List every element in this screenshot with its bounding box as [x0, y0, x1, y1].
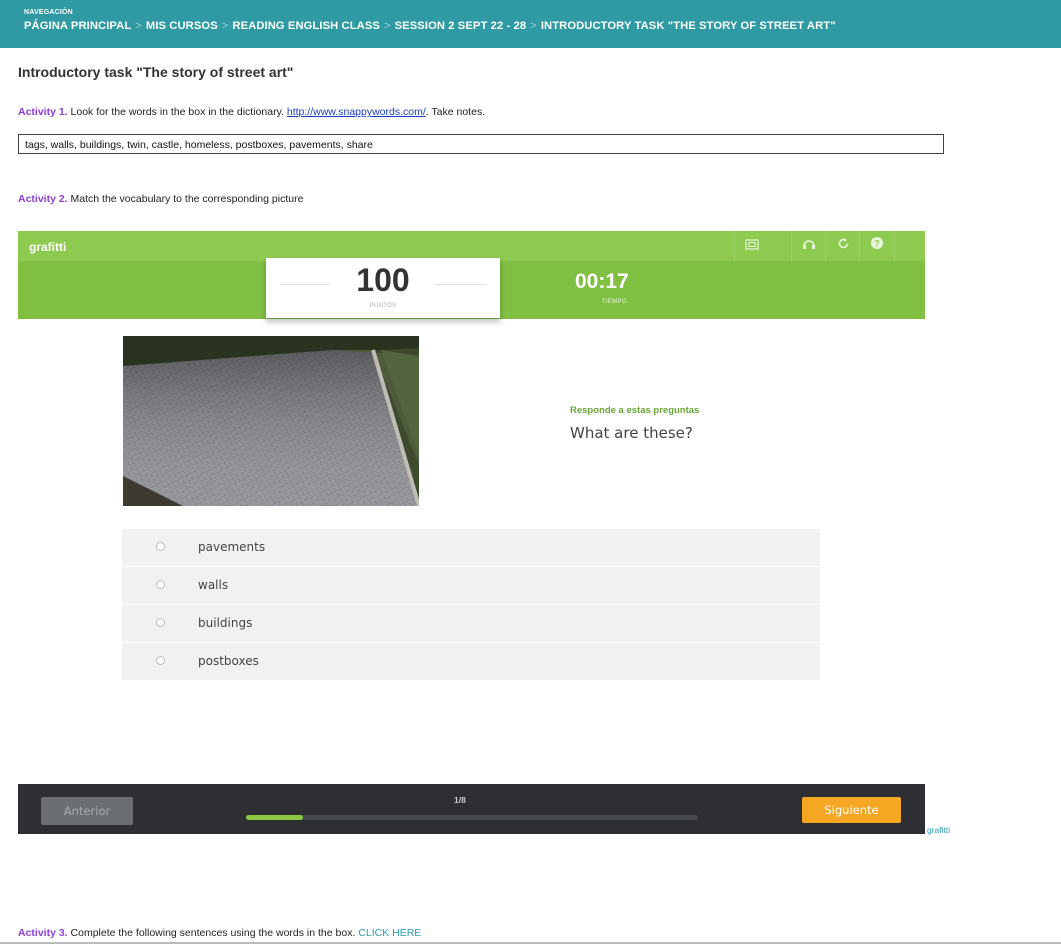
help-icon[interactable]: ?	[859, 231, 895, 261]
progress-fill	[246, 815, 303, 820]
breadcrumb-session[interactable]: SESSION 2 SEPT 22 - 28	[395, 20, 527, 32]
timer-value: 00:17	[575, 270, 629, 293]
activity-3-label: Activity 3.	[18, 927, 68, 939]
question-counter: 1/8	[454, 795, 466, 805]
answer-option-label: walls	[198, 578, 229, 592]
activity-1-tail: . Take notes.	[425, 106, 486, 118]
previous-button[interactable]: Anterior	[41, 797, 133, 825]
dictionary-link[interactable]: http://www.snappywords.com/	[287, 106, 426, 118]
question-text: What are these?	[570, 424, 693, 442]
breadcrumb: PÁGINA PRINCIPAL > MIS CURSOS > READING ENGL…	[24, 20, 836, 32]
radio-button[interactable]	[156, 580, 165, 589]
breadcrumb-separator: >	[383, 20, 391, 32]
next-button[interactable]: Siguiente	[802, 797, 901, 823]
breadcrumb-separator: >	[135, 20, 142, 32]
breadcrumb-separator: >	[221, 20, 229, 32]
quiz-top-bar: grafitti ?	[18, 231, 925, 261]
navigation-label: NAVEGACIÓN	[24, 9, 73, 16]
activity-1-text: Look for the words in the box in the dic…	[67, 106, 287, 118]
quiz-credit-link[interactable]: grafitti	[927, 825, 950, 835]
activity-3-text: Complete the following sentences using t…	[67, 927, 359, 939]
divider	[0, 942, 1061, 944]
navigation-bar: NAVEGACIÓN PÁGINA PRINCIPAL > MIS CURSOS > R…	[0, 0, 1061, 48]
word-box: tags, walls, buildings, twin, castle, ho…	[18, 134, 944, 154]
quiz-header: grafitti ? 100 PUNTOS 00:17 TIEMPO	[18, 231, 925, 319]
sound-icon[interactable]	[791, 231, 826, 261]
answer-option[interactable]: walls	[122, 567, 820, 605]
activity-1-instructions: Activity 1. Look for the words in the bo…	[18, 106, 485, 118]
answer-options: pavements walls buildings postboxes	[122, 529, 820, 681]
breadcrumb-course[interactable]: READING ENGLISH CLASS	[232, 20, 380, 32]
question-image	[123, 336, 419, 506]
activity-1-label: Activity 1.	[18, 106, 68, 118]
score-caption: PUNTOS	[369, 303, 397, 309]
activity-2-text: Match the vocabulary to the correspondin…	[67, 193, 304, 205]
answer-option-label: postboxes	[198, 654, 259, 668]
answer-option[interactable]: pavements	[122, 529, 820, 567]
click-here-link[interactable]: CLICK HERE	[358, 927, 421, 939]
score-card: 100 PUNTOS	[266, 258, 500, 318]
timer-caption: TIEMPO	[602, 299, 627, 305]
answer-option-label: buildings	[198, 616, 253, 630]
activity-2-label: Activity 2.	[18, 193, 68, 205]
page-title: Introductory task "The story of street a…	[18, 64, 294, 80]
quiz-title: grafitti	[29, 240, 67, 254]
activity-2-instructions: Activity 2. Match the vocabulary to the …	[18, 193, 303, 205]
activity-3-instructions: Activity 3. Complete the following sente…	[18, 927, 421, 939]
fullscreen-icon[interactable]	[734, 231, 769, 261]
breadcrumb-home[interactable]: PÁGINA PRINCIPAL	[24, 20, 131, 32]
restart-icon[interactable]	[825, 231, 860, 261]
breadcrumb-current-page: INTRODUCTORY TASK "THE STORY OF STREET A…	[540, 20, 836, 32]
radio-button[interactable]	[156, 618, 165, 627]
breadcrumb-my-courses[interactable]: MIS CURSOS	[146, 20, 218, 32]
breadcrumb-separator: >	[530, 20, 537, 32]
radio-button[interactable]	[156, 656, 165, 665]
progress-bar	[246, 815, 698, 820]
svg-text:?: ?	[874, 239, 880, 249]
question-prompt: Responde a estas preguntas	[570, 405, 700, 416]
answer-option[interactable]: buildings	[122, 605, 820, 643]
quiz-footer: Anterior 1/8 Siguiente	[18, 784, 925, 834]
answer-option[interactable]: postboxes	[122, 643, 820, 681]
score-value: 100	[356, 262, 410, 298]
radio-button[interactable]	[156, 542, 165, 551]
answer-option-label: pavements	[198, 540, 266, 554]
